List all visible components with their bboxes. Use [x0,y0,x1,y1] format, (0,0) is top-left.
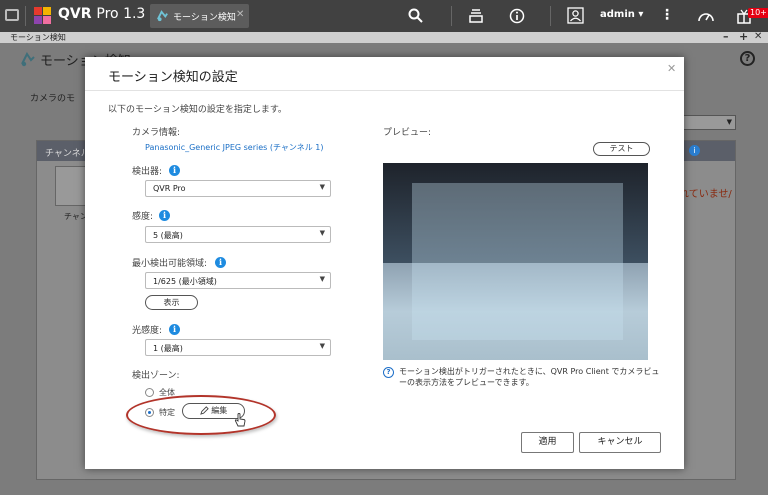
info-icon[interactable]: i [169,165,180,176]
camera-preview [383,163,648,360]
user-icon[interactable] [567,7,584,24]
detector-label: 検出器: [132,167,163,177]
username: admin [600,9,635,20]
motion-detection-icon [157,10,168,22]
window-title: モーション検知 [10,33,66,42]
info-icon[interactable]: i [689,145,700,156]
apply-button[interactable]: 適用 [521,432,574,453]
qvr-logo-icon [34,7,51,24]
close-window-icon[interactable]: ✕ [754,31,762,43]
divider [25,6,26,26]
camera-label: カメラのモ [30,94,76,104]
top-bar: QVR Pro 1.3 モーション検知 ✕ admin ▾ ⋮ 10+ [0,0,768,32]
sensitivity-value: 5 (最高) [153,231,183,240]
info-icon[interactable]: i [159,210,170,221]
divider [451,6,452,26]
search-icon[interactable] [408,8,423,23]
light-sensitivity-select[interactable]: 1 (最高) ▼ [145,339,331,356]
close-icon[interactable]: ✕ [667,62,676,75]
light-sensitivity-label: 光感度: [132,326,163,336]
chevron-down-icon: ▾ [638,9,644,20]
detection-zone-label: 検出ゾーン: [132,371,180,381]
window-title-bar: モーション検知 – + ✕ [0,31,768,43]
camera-info-label: カメラ情報: [132,128,181,138]
window-toggle-icon[interactable] [5,9,19,21]
chevron-down-icon: ▼ [319,342,325,350]
help-icon[interactable]: ? [740,51,755,66]
minimize-icon[interactable]: – [723,31,729,43]
preview-label: プレビュー: [383,128,432,138]
maximize-icon[interactable]: + [739,31,748,43]
motion-detection-icon [21,52,35,67]
detector-value: QVR Pro [153,184,186,193]
detection-zone-overlay [412,183,623,340]
dialog-subtitle: 以下のモーション検知の設定を指定します。 [108,105,287,115]
app-version: Pro 1.3 [96,6,146,22]
info-icon[interactable] [509,8,525,24]
motion-detection-settings-dialog: モーション検知の設定 ✕ 以下のモーション検知の設定を指定します。 カメラ情報:… [85,57,684,469]
chevron-down-icon: ▼ [319,183,325,191]
divider [550,6,551,26]
camera-info-value: Panasonic_Generic JPEG series (チャンネル 1) [145,143,324,152]
min-area-value: 1/625 (最小領域) [153,277,217,286]
app-name: QVR [58,6,92,22]
sensitivity-select[interactable]: 5 (最高) ▼ [145,226,331,243]
info-icon[interactable]: i [169,324,180,335]
detector-select[interactable]: QVR Pro ▼ [145,180,331,197]
tab-motion-detection[interactable]: モーション検知 ✕ [150,4,249,28]
show-button[interactable]: 表示 [145,295,198,310]
status-message: れていませ/ [679,189,732,200]
dashboard-gauge-icon[interactable] [697,8,715,24]
info-icon[interactable]: i [215,257,226,268]
help-icon: ? [383,367,394,378]
chevron-down-icon: ▼ [319,275,325,283]
cancel-button[interactable]: キャンセル [579,432,661,453]
more-options-icon[interactable]: ⋮ [660,7,674,23]
chevron-down-icon: ▼ [319,229,325,237]
test-button[interactable]: テスト [593,142,650,156]
divider [85,90,684,91]
min-area-label: 最小検出可能領域: [132,259,208,269]
light-sensitivity-value: 1 (最高) [153,344,183,353]
sensitivity-label: 感度: [132,212,154,222]
dialog-title: モーション検知の設定 [108,70,238,85]
chevron-down-icon: ▼ [726,118,732,126]
min-area-select[interactable]: 1/625 (最小領域) ▼ [145,272,331,289]
preview-note: モーション検出がトリガーされたときに、QVR Pro Client でカメラビュ… [399,367,660,387]
stack-icon[interactable] [468,7,484,24]
tab-close-icon[interactable]: ✕ [236,9,244,20]
app-title: QVR Pro 1.3 [58,6,145,22]
zone-all-radio[interactable] [145,388,154,397]
tab-label: モーション検知 [173,13,236,23]
highlight-oval [126,395,276,435]
channel-header-label: チャンネル [45,149,90,159]
user-menu[interactable]: admin ▾ [600,9,643,20]
notification-badge: 10+ [748,8,768,18]
